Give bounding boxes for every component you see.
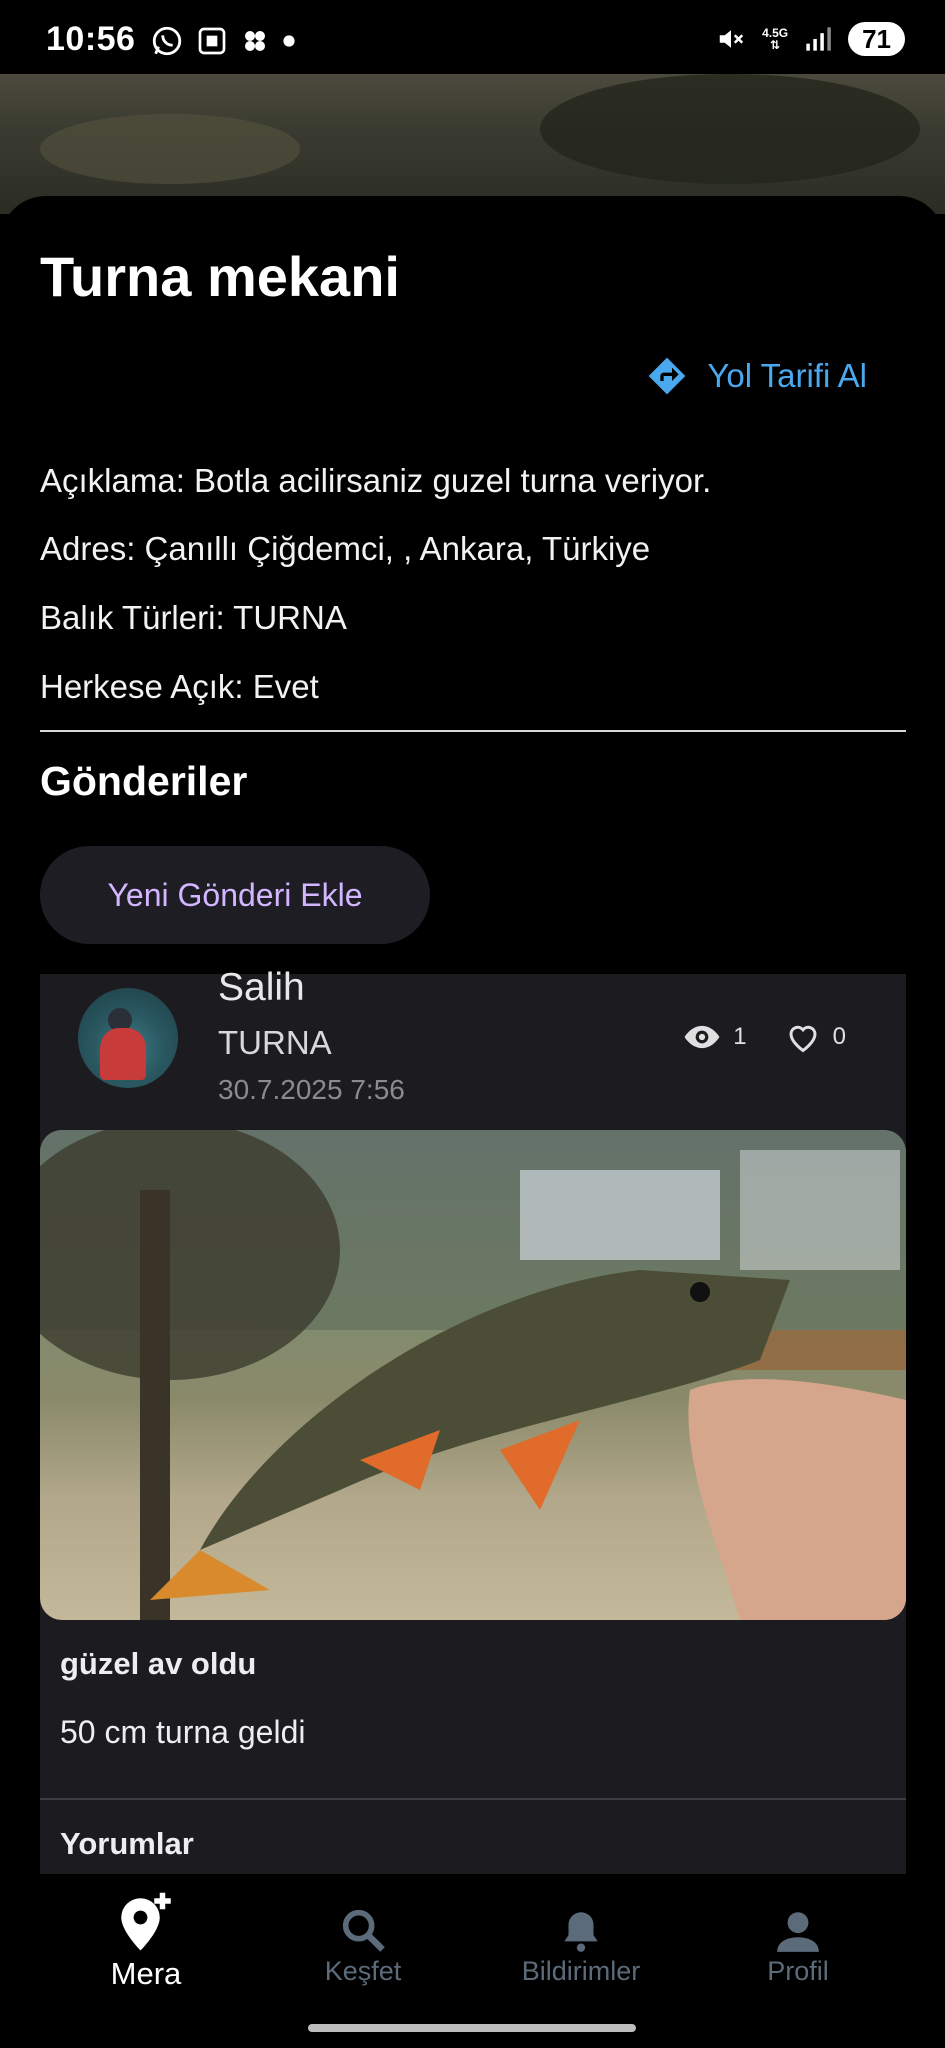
post-username[interactable]: Salih	[218, 966, 305, 1010]
nav-item-profil[interactable]: Profil	[698, 1886, 898, 1987]
like-button[interactable]: 0	[785, 1019, 846, 1055]
post-photo[interactable]	[40, 1130, 906, 1620]
posts-section-title: Gönderiler	[40, 758, 248, 804]
post-title: güzel av oldu	[60, 1646, 257, 1681]
directions-icon	[649, 357, 686, 395]
post-body: 50 cm turna geldi	[60, 1714, 306, 1750]
comments-label[interactable]: Yorumlar	[60, 1826, 194, 1862]
directions-button[interactable]: Yol Tarifi Al	[647, 356, 867, 396]
place-description: Açıklama: Botla acilirsaniz guzel turna …	[40, 462, 712, 499]
screenshot-icon	[198, 27, 226, 55]
person-icon	[777, 1912, 819, 1952]
system-icons: 4.5G ⇅ 71	[716, 22, 905, 56]
nav-item-kesfet[interactable]: Keşfet	[263, 1886, 463, 1987]
whatsapp-icon	[152, 26, 182, 56]
nav-item-bildirimler[interactable]: Bildirimler	[481, 1886, 681, 1987]
post-fish-type: TURNA	[218, 1024, 332, 1061]
bottom-navigation: Mera Keşfet Bildirimler Profil	[0, 1874, 945, 2048]
network-indicator: 4.5G ⇅	[762, 26, 789, 52]
heart-icon	[789, 1025, 817, 1053]
add-post-button[interactable]: Yeni Gönderi Ekle	[40, 846, 430, 944]
nav-label-bildirimler: Bildirimler	[521, 1956, 641, 1986]
directions-label: Yol Tarifi Al	[707, 357, 867, 394]
place-fish-types: Balık Türleri: TURNA	[40, 599, 347, 636]
divider	[40, 730, 906, 732]
bell-icon	[564, 1912, 598, 1952]
status-time: 10:56	[46, 20, 136, 58]
search-icon	[342, 1909, 385, 1952]
place-public: Herkese Açık: Evet	[40, 668, 319, 705]
nav-label-mera: Mera	[110, 1956, 182, 1991]
post-date: 30.7.2025 7:56	[218, 1074, 405, 1105]
place-address: Adres: Çanıllı Çiğdemci, , Ankara, Türki…	[40, 530, 651, 567]
home-indicator[interactable]	[308, 2024, 636, 2032]
place-title: Turna mekani	[40, 245, 400, 308]
nav-label-profil: Profil	[767, 1956, 829, 1986]
add-location-icon	[121, 1892, 171, 1951]
dot-icon	[283, 35, 295, 47]
notification-icons	[150, 24, 296, 58]
mute-icon	[719, 30, 744, 48]
post-stats: 1 0	[659, 1018, 846, 1056]
battery-level: 71	[848, 22, 905, 56]
post-card[interactable]: Salih TURNA 30.7.2025 7:56 1 0 güzel av	[40, 966, 906, 1874]
avatar[interactable]	[78, 988, 178, 1088]
status-bar: 10:56 4.5G ⇅ 71	[0, 0, 945, 74]
signal-icon	[806, 27, 831, 51]
map-background[interactable]	[0, 74, 945, 214]
eye-icon	[684, 1025, 720, 1049]
nav-item-mera[interactable]: Mera	[46, 1886, 246, 1992]
nav-label-kesfet: Keşfet	[324, 1956, 402, 1986]
views-count: 1	[683, 1018, 747, 1056]
card-divider	[40, 1798, 906, 1800]
app-icon	[245, 31, 265, 51]
